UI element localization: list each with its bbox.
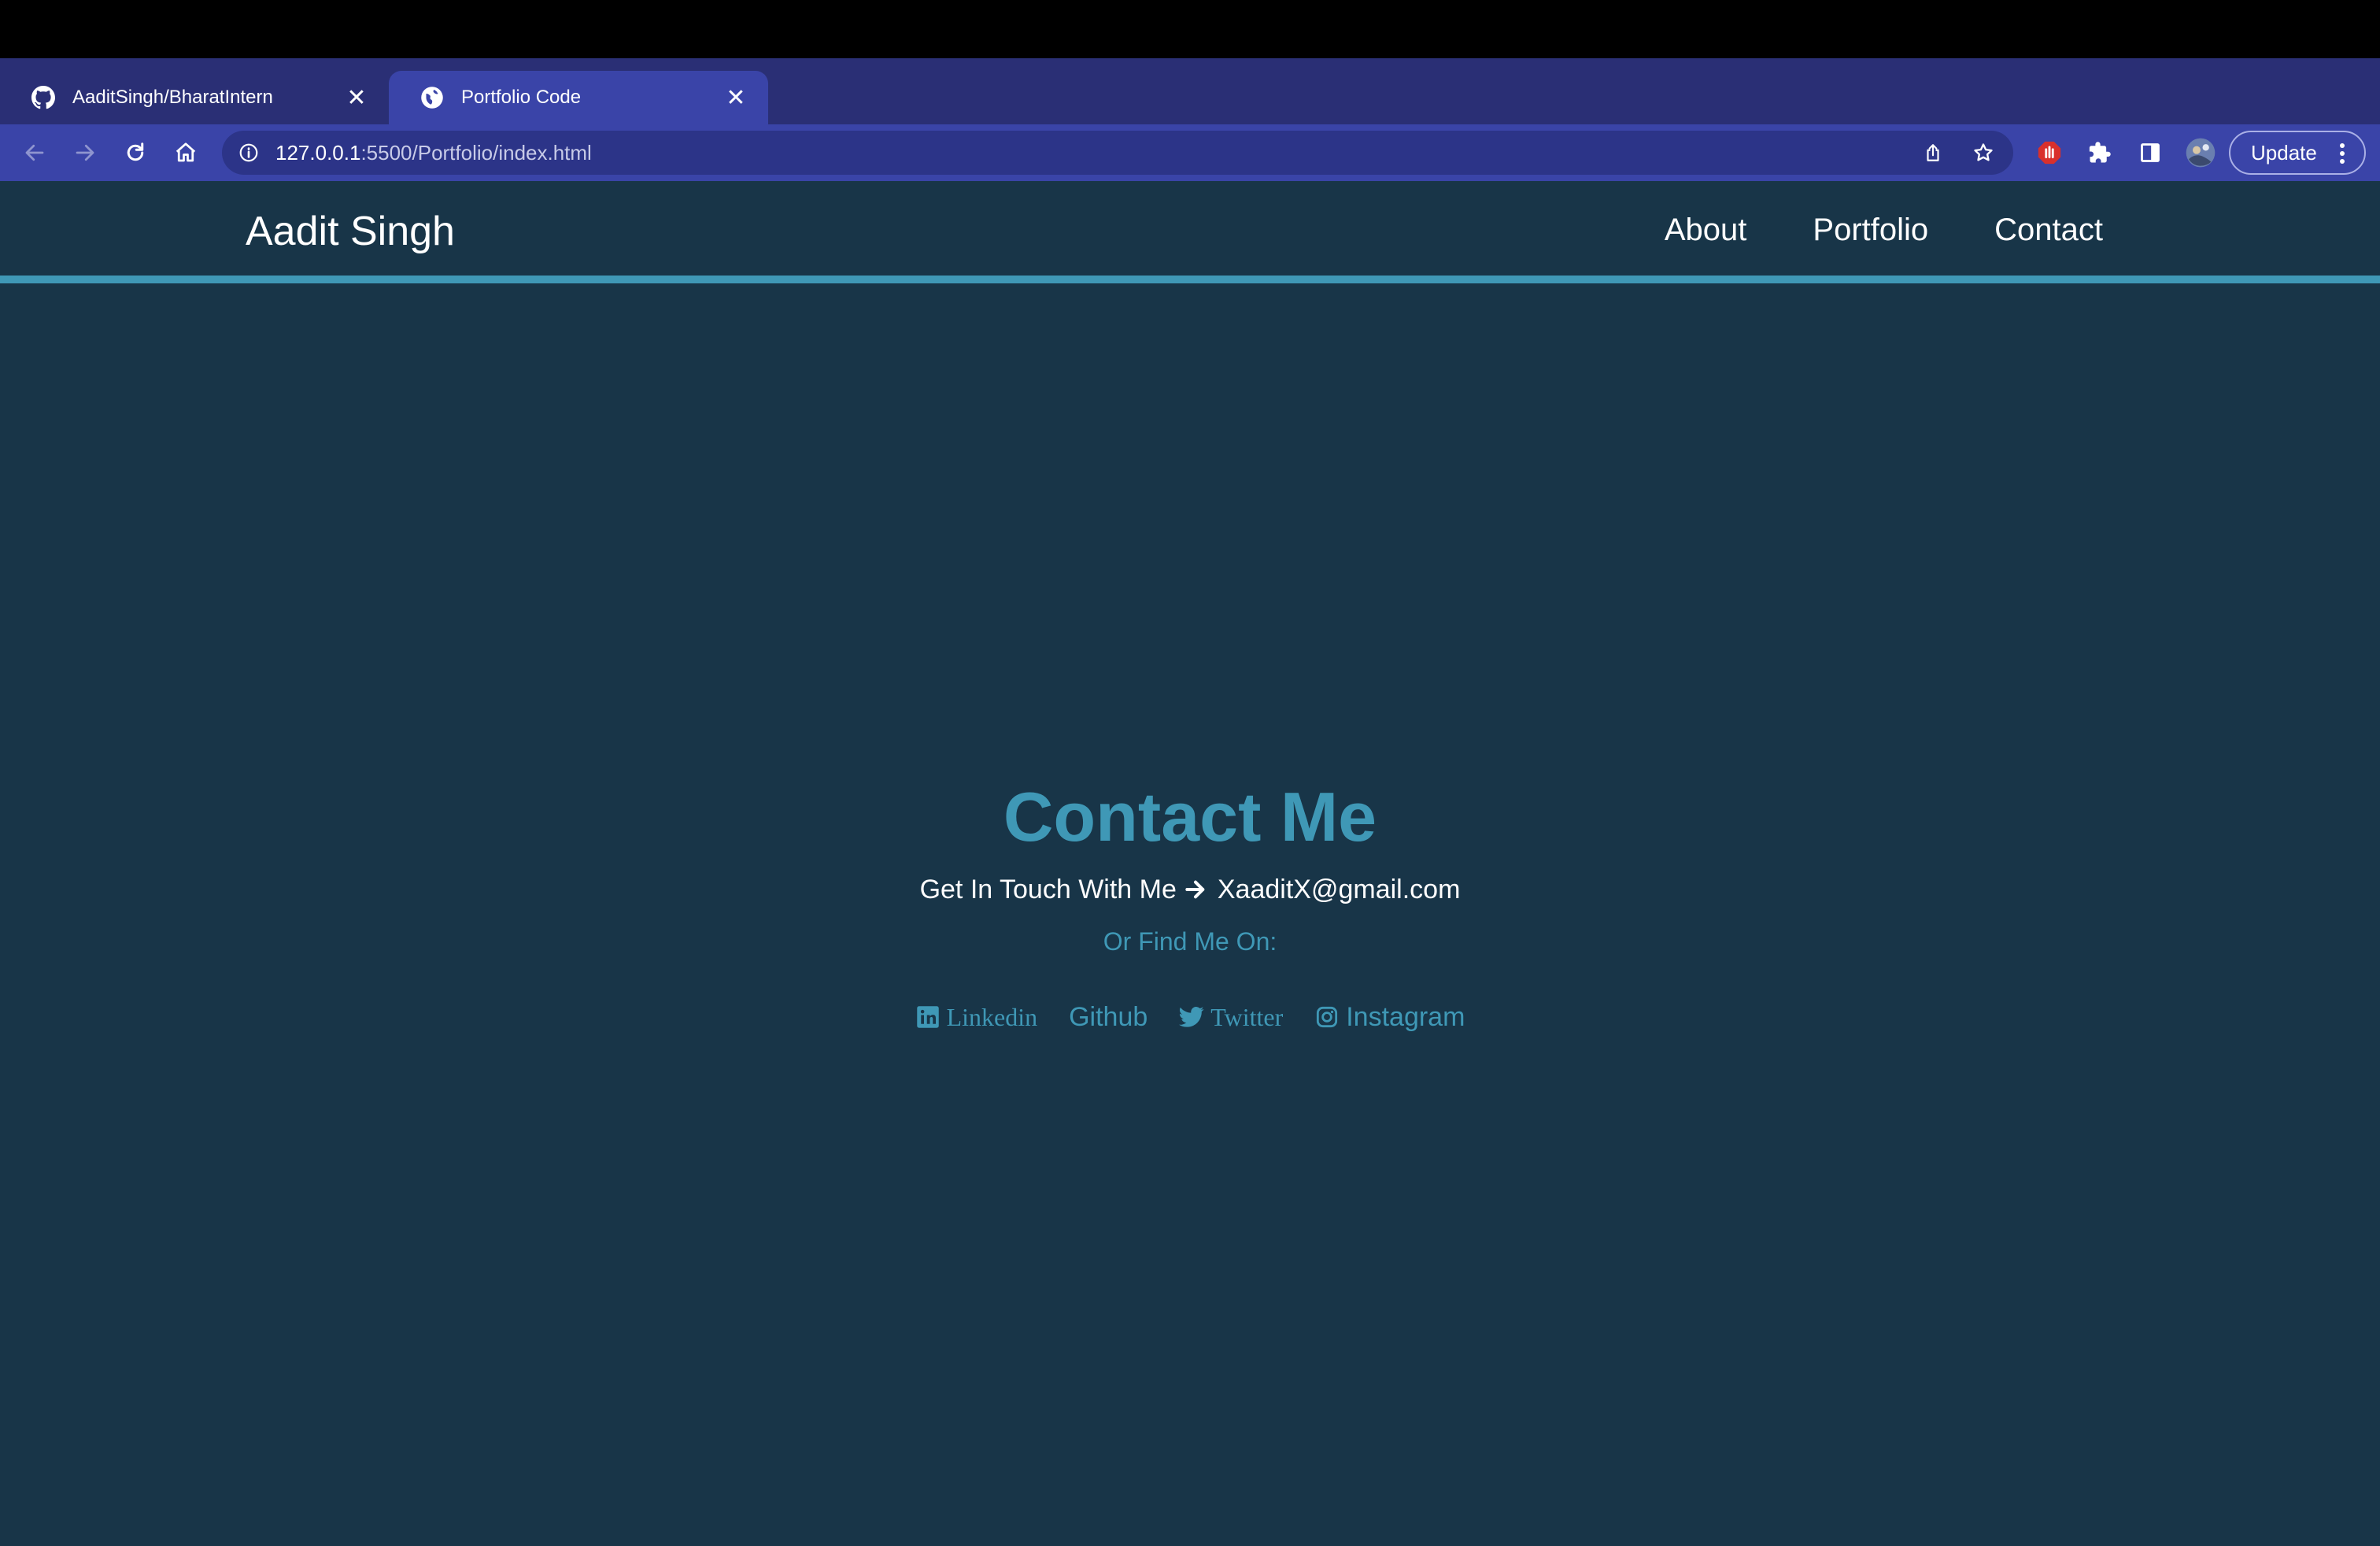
social-label: Github (1069, 1001, 1148, 1032)
nav-about[interactable]: About (1665, 213, 1747, 248)
nav-contact[interactable]: Contact (1994, 213, 2103, 248)
arrow-right-icon (1183, 875, 1211, 904)
tab-title: AaditSingh/BharatIntern (72, 87, 273, 108)
close-tab-icon[interactable]: ✕ (722, 84, 749, 111)
close-tab-icon[interactable]: ✕ (343, 84, 370, 111)
social-label: Linkedin (946, 1002, 1038, 1031)
profile-avatar[interactable] (2182, 134, 2219, 172)
share-icon[interactable] (1914, 134, 1952, 172)
social-twitter[interactable]: Twitter (1179, 1003, 1283, 1032)
home-icon[interactable] (167, 134, 205, 172)
tab-github[interactable]: AaditSingh/BharatIntern ✕ (0, 71, 389, 124)
web-page: Aadit Singh About Portfolio Contact Cont… (0, 181, 2380, 1546)
social-github[interactable]: Github (1069, 1002, 1148, 1033)
reload-icon[interactable] (116, 134, 154, 172)
nav-portfolio[interactable]: Portfolio (1813, 213, 1928, 248)
social-label: Twitter (1210, 1002, 1284, 1031)
os-menu-bar (0, 0, 2380, 58)
site-header: Aadit Singh About Portfolio Contact (0, 181, 2380, 283)
update-label: Update (2251, 140, 2317, 165)
linkedin-icon (915, 1004, 941, 1030)
forward-arrow-icon[interactable] (66, 134, 104, 172)
extensions-puzzle-icon[interactable] (2081, 134, 2119, 172)
extension-adblock-icon[interactable] (2031, 134, 2068, 172)
browser-toolbar: 127.0.0.1:5500/Portfolio/index.html Upda… (0, 124, 2380, 181)
globe-icon (419, 84, 445, 111)
instagram-icon (1314, 1004, 1340, 1030)
site-info-icon[interactable] (233, 137, 264, 168)
social-label: Instagram (1346, 1001, 1465, 1032)
back-arrow-icon[interactable] (16, 134, 54, 172)
tab-portfolio-code[interactable]: Portfolio Code ✕ (389, 71, 768, 124)
social-links: Linkedin Github Twitter Instagram (915, 1002, 1465, 1033)
social-instagram[interactable]: Instagram (1314, 1002, 1465, 1033)
find-me-heading: Or Find Me On: (1103, 926, 1277, 956)
twitter-icon (1179, 1004, 1204, 1030)
contact-section: Contact Me Get In Touch With Me XaaditX@… (0, 779, 2380, 1033)
browser-tab-strip: AaditSingh/BharatIntern ✕ Portfolio Code… (0, 58, 2380, 171)
tab-title: Portfolio Code (461, 87, 582, 108)
social-linkedin[interactable]: Linkedin (915, 1002, 1038, 1032)
address-bar[interactable]: 127.0.0.1:5500/Portfolio/index.html (222, 131, 2013, 175)
more-vertical-icon[interactable] (2331, 142, 2353, 165)
site-nav: About Portfolio Contact (1665, 213, 2103, 248)
get-in-touch-line: Get In Touch With Me XaaditX@gmail.com (920, 875, 1461, 905)
side-panel-icon[interactable] (2131, 134, 2169, 172)
bookmark-star-icon[interactable] (1964, 134, 2002, 172)
url-text: 127.0.0.1:5500/Portfolio/index.html (275, 141, 592, 165)
update-button[interactable]: Update (2229, 131, 2366, 175)
github-icon (30, 84, 57, 111)
contact-title: Contact Me (1003, 778, 1377, 856)
url-host: 127.0.0.1 (275, 140, 361, 165)
site-brand[interactable]: Aadit Singh (246, 208, 455, 255)
get-in-touch-text: Get In Touch With Me (919, 874, 1177, 904)
url-path: :5500/Portfolio/index.html (360, 140, 592, 165)
email-link[interactable]: XaaditX@gmail.com (1218, 875, 1461, 905)
